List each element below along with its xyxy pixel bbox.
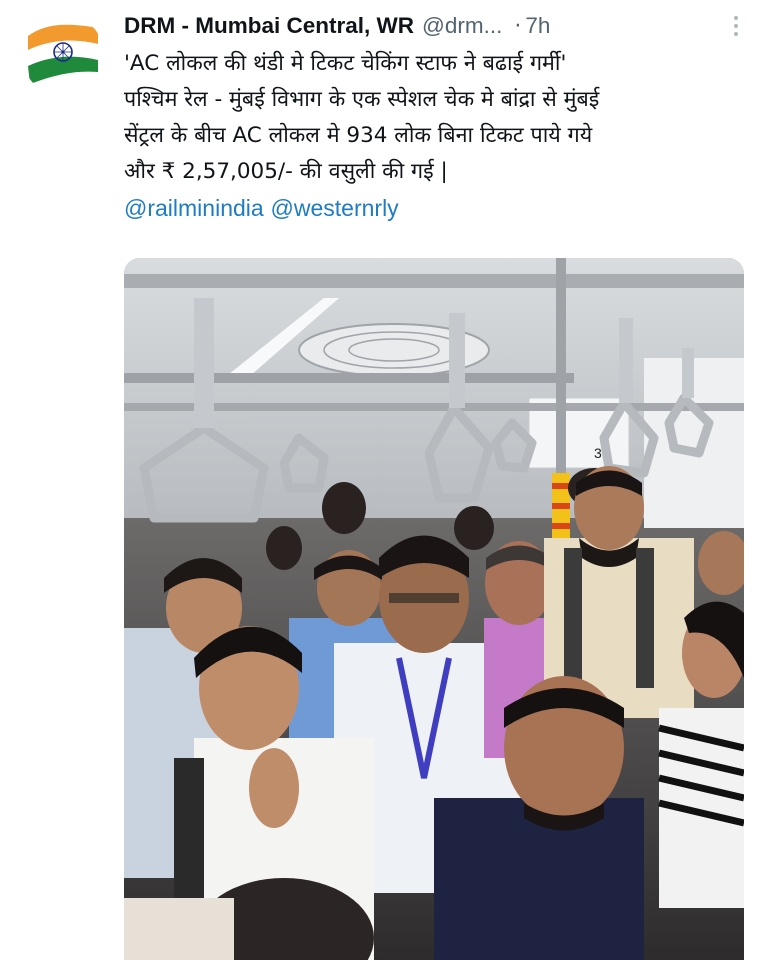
tweet-text-line: 'AC लोकल की थंडी मे टिकट चेकिंग स्टाफ ने… xyxy=(124,51,567,76)
photo-crowded-ac-local-train: 3 xyxy=(124,258,744,960)
tweet-photo[interactable]: 3 xyxy=(124,258,744,960)
author-name[interactable]: DRM - Mumbai Central, WR xyxy=(124,13,414,39)
author-handle[interactable]: @drm... xyxy=(422,13,502,39)
timestamp[interactable]: 7h xyxy=(525,13,550,39)
tweet-text-line: सेंट्रल के बीच AC लोकल मे 934 लोक बिना ट… xyxy=(124,123,593,148)
more-options-icon[interactable] xyxy=(720,10,752,42)
tweet-header: DRM - Mumbai Central, WR @drm... · 7h xyxy=(124,8,752,44)
svg-text:3: 3 xyxy=(594,445,602,461)
tweet-text-line: और ₹ 2,57,005/- की वसुली की गई | xyxy=(124,159,448,184)
mentions-line: @railminindia @westernrly xyxy=(124,190,754,228)
mention-link[interactable]: @westernrly xyxy=(271,195,399,221)
profile-avatar[interactable] xyxy=(22,14,104,96)
dot-separator: · xyxy=(514,13,522,39)
tweet-text: 'AC लोकल की थंडी मे टिकट चेकिंग स्टाफ ने… xyxy=(124,46,754,228)
indian-flag-icon xyxy=(28,24,98,84)
mention-link[interactable]: @railminindia xyxy=(124,195,264,221)
tweet-text-line: पश्चिम रेल - मुंबई विभाग के एक स्पेशल चे… xyxy=(124,87,600,112)
